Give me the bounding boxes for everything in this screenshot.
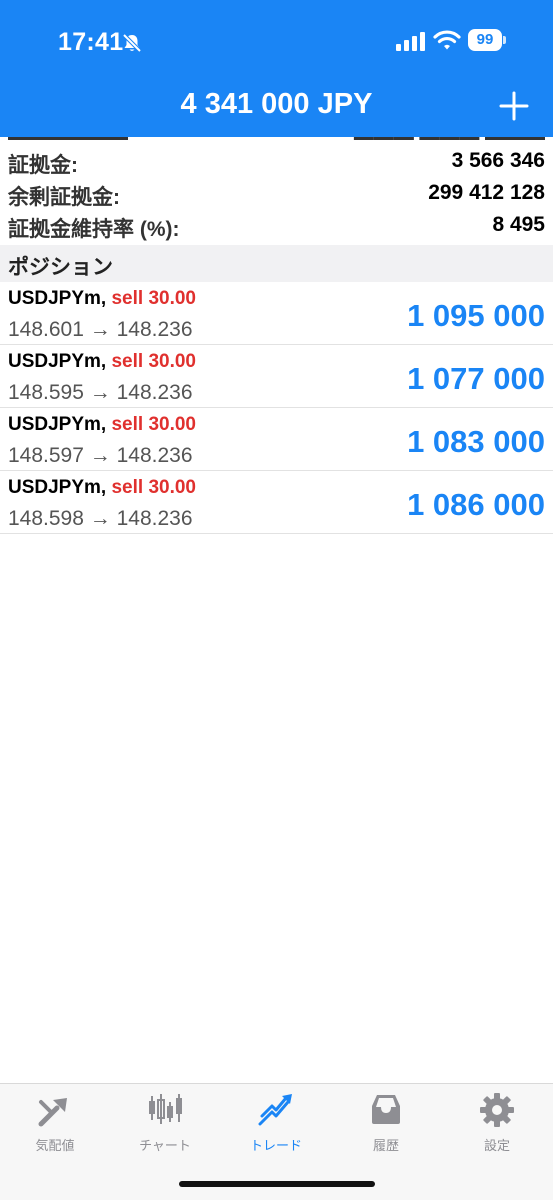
account-row-margin: 証拠金: 3 566 346 [0, 146, 553, 178]
open-price: 148.598 [8, 507, 84, 530]
position-profit: 1 083 000 [407, 424, 545, 459]
position-row[interactable]: USDJPYm, sell 30.00 148.598 → 148.236 1 … [0, 471, 553, 534]
wifi-icon [433, 30, 461, 50]
arrow: → [89, 381, 111, 404]
tab-history[interactable]: 履歴 [331, 1092, 441, 1154]
quotes-icon [38, 1098, 67, 1127]
account-label: 証拠金維持率 (%): [8, 218, 180, 241]
position-symbol: USDJPYm, [8, 351, 107, 372]
current-price: 148.236 [116, 318, 193, 341]
position-profit: 1 077 000 [407, 361, 545, 396]
position-row[interactable]: USDJPYm, sell 30.00 148.601 → 148.236 1 … [0, 282, 553, 345]
current-price: 148.236 [116, 381, 193, 404]
cellular-signal-icon [396, 32, 425, 51]
status-bar: 17:41 99 [0, 0, 553, 80]
account-row-margin-level: 証拠金維持率 (%): 8 495 [0, 210, 553, 242]
app-header: 17:41 99 4 341 000 JPY [0, 0, 553, 137]
account-value: 3 566 346 [451, 149, 545, 172]
tab-label: 履歴 [372, 1138, 399, 1153]
settings-icon [480, 1093, 514, 1127]
tab-label: 設定 [483, 1138, 510, 1153]
home-indicator[interactable] [179, 1181, 375, 1187]
position-symbol: USDJPYm, [8, 288, 107, 309]
tab-trade[interactable]: トレード [221, 1092, 331, 1154]
position-row[interactable]: USDJPYm, sell 30.00 148.597 → 148.236 1 … [0, 408, 553, 471]
position-profit: 1 086 000 [407, 487, 545, 522]
account-value: 8 495 [492, 213, 545, 236]
chart-icon [149, 1094, 182, 1124]
tab-chart[interactable]: チャート [110, 1092, 220, 1154]
current-price: 148.236 [116, 444, 193, 467]
open-price: 148.595 [8, 381, 84, 404]
account-label: 余剰証拠金: [8, 186, 120, 209]
position-symbol: USDJPYm, [8, 477, 107, 498]
account-row-free-margin: 余剰証拠金: 299 412 128 [0, 178, 553, 210]
tab-label: トレード [249, 1138, 302, 1153]
position-type: sell 30.00 [111, 288, 197, 309]
account-label: 証拠金: [8, 154, 78, 177]
open-price: 148.601 [8, 318, 84, 341]
positions-section-header: ポジション [0, 245, 553, 282]
arrow: → [89, 507, 111, 530]
position-row[interactable]: USDJPYm, sell 30.00 148.595 → 148.236 1 … [0, 345, 553, 408]
tab-label: 気配値 [35, 1138, 75, 1153]
open-price: 148.597 [8, 444, 84, 467]
bell-muted-icon [122, 33, 142, 53]
status-time: 17:41 [58, 28, 124, 56]
page-title: 4 341 000 JPY [180, 88, 373, 120]
tab-settings[interactable]: 設定 [442, 1092, 552, 1154]
current-price: 148.236 [116, 507, 193, 530]
position-profit: 1 095 000 [407, 298, 545, 333]
position-symbol: USDJPYm, [8, 414, 107, 435]
add-icon[interactable] [498, 90, 530, 122]
arrow: → [89, 444, 111, 467]
trade-icon [258, 1094, 292, 1126]
position-type: sell 30.00 [111, 351, 197, 372]
battery-indicator: 99 [468, 29, 506, 51]
account-value: 299 412 128 [428, 181, 545, 204]
position-type: sell 30.00 [111, 414, 197, 435]
tab-label: チャート [139, 1138, 191, 1153]
arrow: → [89, 318, 111, 341]
history-icon [372, 1095, 400, 1124]
position-type: sell 30.00 [111, 477, 197, 498]
tab-quotes[interactable]: 気配値 [0, 1092, 110, 1154]
